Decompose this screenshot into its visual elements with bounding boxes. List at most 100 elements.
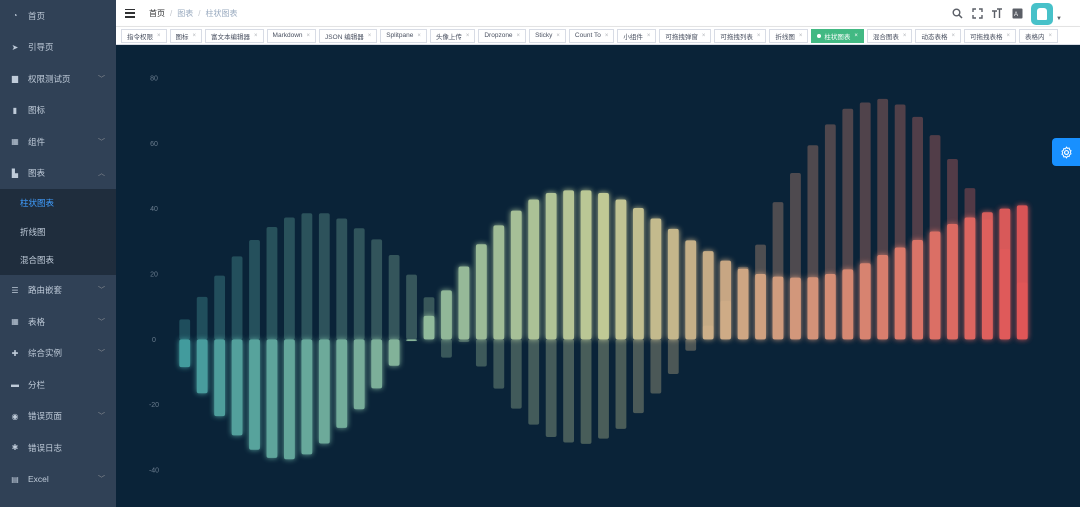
bar-back[interactable] <box>493 339 505 389</box>
bar-front[interactable] <box>231 339 243 436</box>
bar-front[interactable] <box>493 225 505 340</box>
close-icon[interactable]: × <box>307 33 311 39</box>
bar-front[interactable] <box>877 255 889 340</box>
bar-back[interactable] <box>179 319 191 340</box>
tag-item[interactable]: 可拖拽列表 × <box>714 28 767 43</box>
bar-back[interactable] <box>196 296 208 340</box>
bar-back[interactable] <box>615 339 627 429</box>
bar-front[interactable] <box>772 276 784 340</box>
bar-back[interactable] <box>650 339 662 394</box>
bar-front[interactable] <box>510 210 522 340</box>
bar-front[interactable] <box>842 269 854 340</box>
bar-front[interactable] <box>563 190 575 340</box>
bar-front[interactable] <box>615 199 627 340</box>
bar-front[interactable] <box>790 277 801 340</box>
bar-back[interactable] <box>685 339 697 351</box>
sidebar-item[interactable]: ▙ 图表 ︿ <box>0 158 116 190</box>
sidebar-item[interactable]: ▬ 分栏 <box>0 369 116 401</box>
bar-front[interactable] <box>632 208 644 340</box>
bar-back[interactable] <box>510 339 522 409</box>
bar-front[interactable] <box>685 240 697 340</box>
sidebar-item[interactable]: ▤ Excel ﹀ <box>0 464 116 496</box>
bar-front[interactable] <box>301 339 313 455</box>
close-icon[interactable]: × <box>951 33 955 39</box>
tag-item[interactable]: 可拖拽表格 × <box>963 28 1016 43</box>
bar-back[interactable] <box>632 339 644 414</box>
tag-item[interactable]: 富文本编辑器 × <box>205 28 264 43</box>
sidebar-item[interactable]: ◉ 错误页面 ﹀ <box>0 401 116 433</box>
bar-back[interactable] <box>475 339 487 367</box>
bar-front[interactable] <box>894 247 906 340</box>
sidebar-item[interactable]: ▮ 图标 <box>0 95 116 127</box>
bar-back[interactable] <box>266 226 278 340</box>
tag-item[interactable]: 头像上传 × <box>429 28 476 43</box>
bar-back[interactable] <box>563 339 575 443</box>
tag-item[interactable]: 动态表格 × <box>915 28 961 43</box>
bar-front[interactable] <box>947 224 958 340</box>
close-icon[interactable]: × <box>1006 33 1010 39</box>
bar-back[interactable] <box>353 228 365 340</box>
close-icon[interactable]: × <box>254 33 258 39</box>
bar-front[interactable] <box>475 244 487 340</box>
tag-item[interactable]: 折线图 × <box>769 28 809 43</box>
sidebar-item[interactable]: ✚ 综合实例 ﹀ <box>0 338 116 370</box>
bar-front[interactable] <box>737 268 749 340</box>
tag-item[interactable]: 表格内 × <box>1018 28 1058 43</box>
tag-item[interactable]: Sticky × <box>529 28 566 43</box>
sidebar-item[interactable]: ✱ 错误日志 <box>0 432 116 464</box>
close-icon[interactable]: × <box>757 33 761 39</box>
bar-front[interactable] <box>981 212 993 340</box>
close-icon[interactable]: × <box>702 33 706 39</box>
hamburger-menu-icon[interactable] <box>125 8 135 18</box>
bar-back[interactable] <box>667 339 679 374</box>
tag-item[interactable]: Splitpane × <box>380 28 427 43</box>
bar-back[interactable] <box>336 218 348 340</box>
bar-front[interactable] <box>336 339 348 428</box>
bar-front[interactable] <box>824 274 836 340</box>
bar-front[interactable] <box>179 339 191 368</box>
close-icon[interactable]: × <box>799 33 803 39</box>
breadcrumb-home[interactable]: 首页 <box>149 8 165 19</box>
tag-item[interactable]: 图标 × <box>169 28 203 43</box>
bar-back[interactable] <box>406 274 417 340</box>
sidebar-item[interactable]: ➤ 引导页 <box>0 32 116 64</box>
close-icon[interactable]: × <box>417 33 421 39</box>
bar-back[interactable] <box>458 339 470 342</box>
sidebar-item[interactable]: ◔ 首页 <box>0 0 116 32</box>
bar-back[interactable] <box>545 339 557 438</box>
bar-front[interactable] <box>284 339 295 460</box>
close-icon[interactable]: × <box>466 33 470 39</box>
tag-item[interactable]: 柱状图表 × <box>811 28 864 43</box>
bar-back[interactable] <box>301 213 313 340</box>
bar-front[interactable] <box>807 277 819 340</box>
tag-item[interactable]: 混合图表 × <box>866 28 913 43</box>
bar-front[interactable] <box>214 339 226 417</box>
bar-back[interactable] <box>249 240 260 340</box>
close-icon[interactable]: × <box>854 33 858 39</box>
close-icon[interactable]: × <box>517 33 521 39</box>
bar-back[interactable] <box>214 275 226 340</box>
caret-down-icon[interactable]: ▼ <box>1056 16 1062 22</box>
sidebar-item[interactable]: ☰ 路由嵌套 ﹀ <box>0 275 116 307</box>
tag-item[interactable]: JSON 编辑器 × <box>319 28 378 43</box>
bar-back[interactable] <box>598 339 609 439</box>
tag-item[interactable]: Count To × <box>568 28 615 43</box>
bar-front[interactable] <box>580 190 592 340</box>
close-icon[interactable]: × <box>368 33 372 39</box>
tag-item[interactable]: 指令权限 × <box>121 28 167 43</box>
sidebar-item[interactable]: ▦ 组件 ﹀ <box>0 126 116 158</box>
bar-back[interactable] <box>388 255 400 340</box>
tag-item[interactable]: 可拖拽弹窗 × <box>659 28 712 43</box>
fullscreen-icon[interactable] <box>971 8 983 20</box>
bar-front[interactable] <box>441 290 452 340</box>
sidebar-item[interactable]: ▆ 权限测试页 ﹀ <box>0 63 116 95</box>
bar-back[interactable] <box>528 339 540 425</box>
close-icon[interactable]: × <box>157 33 161 39</box>
submenu-item[interactable]: 折线图 <box>0 218 116 247</box>
bar-front[interactable] <box>249 339 260 450</box>
avatar[interactable] <box>1031 2 1054 25</box>
breadcrumb-charts[interactable]: 图表 <box>177 8 193 19</box>
bar-front[interactable] <box>929 231 941 340</box>
bar-front[interactable] <box>755 274 766 340</box>
bar-back[interactable] <box>441 339 452 358</box>
